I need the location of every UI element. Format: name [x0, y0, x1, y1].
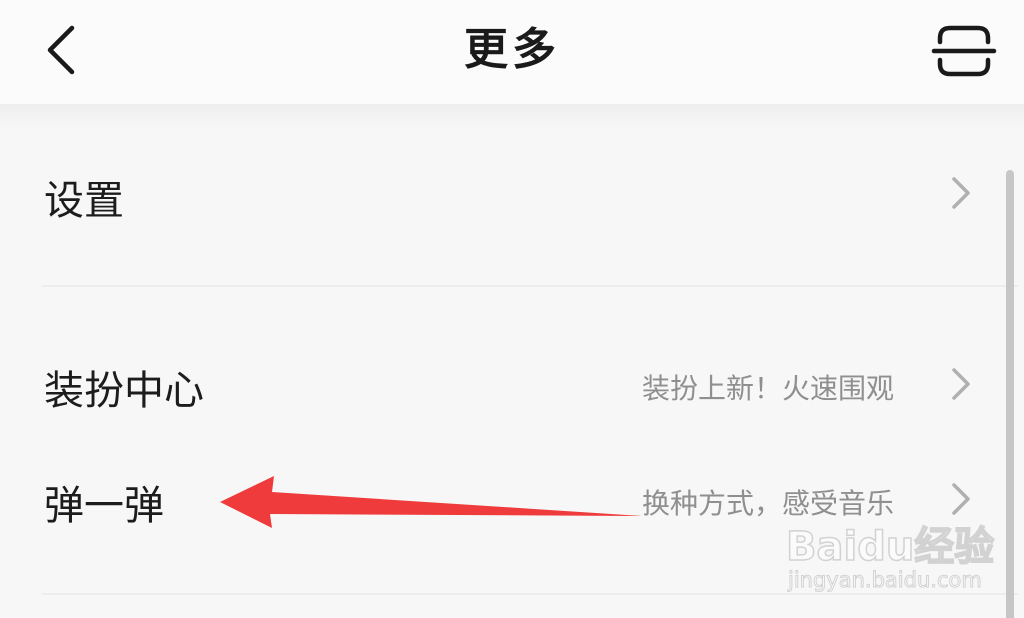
header-shadow	[0, 104, 1024, 130]
more-page: 更多 设置 装扮中心 装扮上新！火速围观 弹一弹 换种方式，感受音乐 Baidu…	[0, 0, 1024, 618]
section-divider	[42, 285, 1018, 287]
menu-item-label: 装扮中心	[44, 368, 204, 414]
menu-item-subtitle: 装扮上新！火速围观	[641, 372, 894, 405]
scan-button[interactable]	[924, 16, 1004, 84]
scan-icon	[931, 25, 997, 77]
watermark-url: jingyan.baidu.com	[788, 568, 983, 593]
top-navigation-bar: 更多	[0, 0, 1024, 104]
scrollbar[interactable]	[1006, 170, 1014, 618]
chevron-right-icon	[952, 177, 970, 209]
baidu-jingyan-watermark: Baidu经验 jingyan.baidu.com	[785, 514, 995, 604]
red-arrow-annotation	[220, 476, 642, 528]
chevron-right-icon	[952, 483, 970, 515]
menu-item-settings[interactable]: 设置	[0, 150, 1000, 240]
menu-item-label: 弹一弹	[44, 483, 164, 529]
chevron-right-icon	[952, 368, 970, 400]
menu-item-theme-center[interactable]: 装扮中心 装扮上新！火速围观	[0, 340, 1000, 430]
watermark-logo: Baidu经验	[785, 523, 995, 571]
page-title: 更多	[464, 24, 560, 75]
menu-item-label: 设置	[44, 178, 124, 224]
arrow-shape	[220, 476, 642, 528]
